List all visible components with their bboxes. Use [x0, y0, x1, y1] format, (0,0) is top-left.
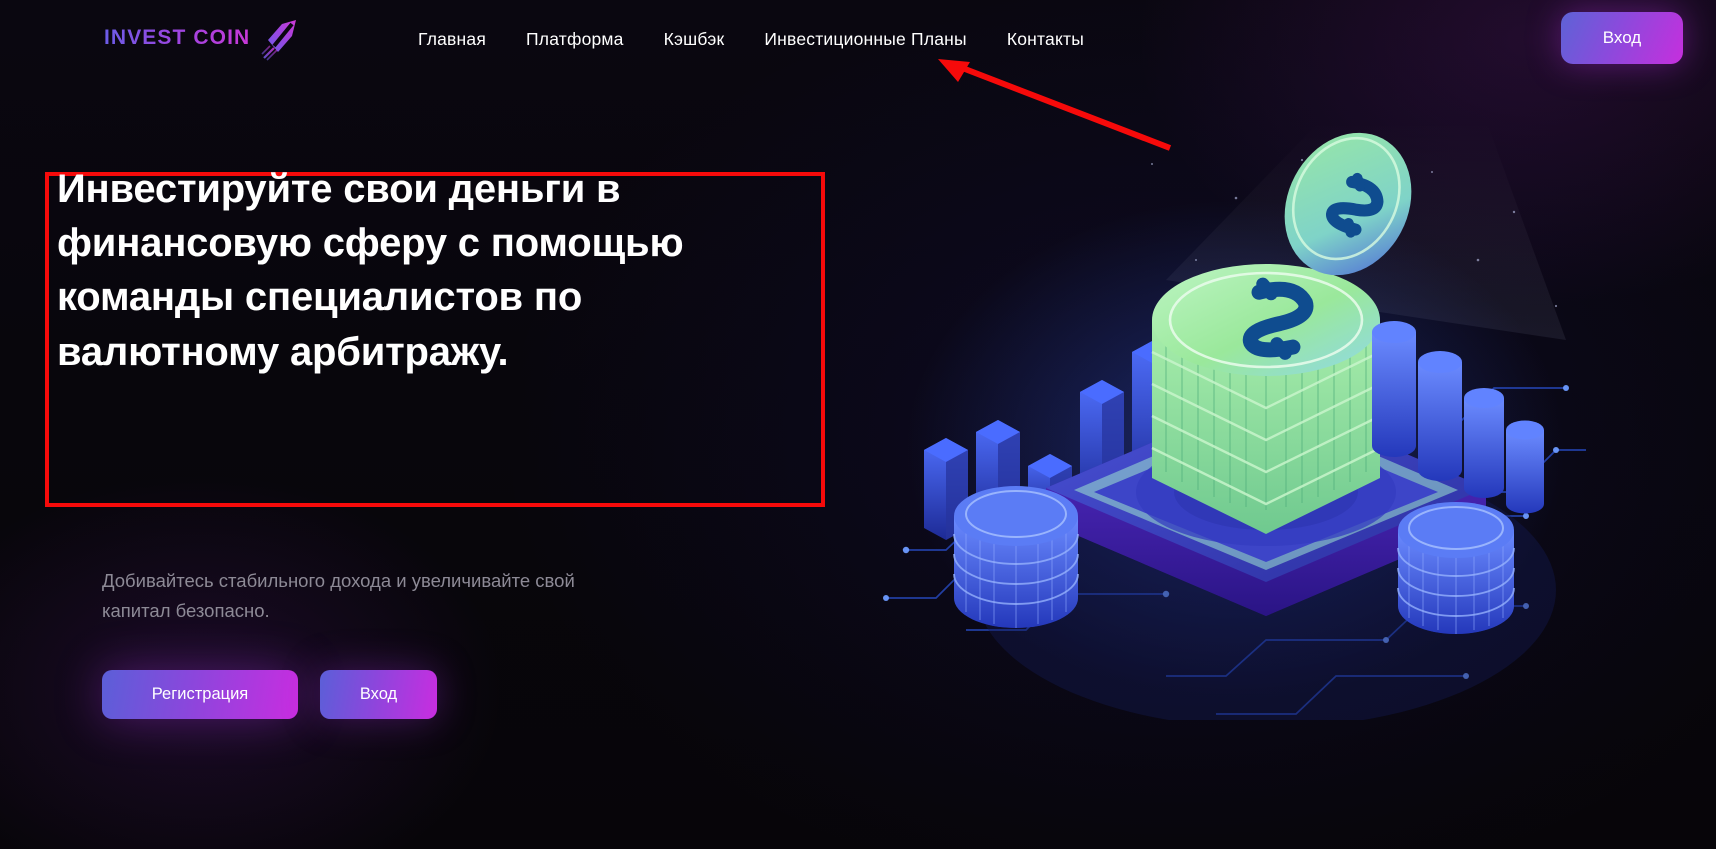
- hero-cta-row: Регистрация Вход: [102, 670, 437, 719]
- hero-headline: Инвестируйте свои деньги в финансовую сф…: [57, 167, 684, 374]
- nav-item-investment-plans[interactable]: Инвестиционные Планы: [764, 29, 966, 50]
- arrow-up-right-logo-icon: [258, 14, 304, 62]
- brand-name: INVEST COIN: [104, 26, 251, 49]
- green-coin-stack: [1151, 264, 1381, 534]
- nav-item-platform[interactable]: Платформа: [526, 29, 624, 50]
- main-navigation: Главная Платформа Кэшбэк Инвестиционные …: [418, 0, 1084, 78]
- register-button[interactable]: Регистрация: [102, 670, 298, 719]
- brand-logo[interactable]: INVEST COIN: [104, 12, 304, 64]
- landing-page: INVEST COIN Главная Платформа Кэшбэк Инв…: [0, 0, 1716, 849]
- nav-item-contacts[interactable]: Контакты: [1007, 29, 1084, 50]
- header-login-button[interactable]: Вход: [1561, 12, 1683, 64]
- hero-login-button[interactable]: Вход: [320, 670, 437, 719]
- blue-coin-stack-right: [1397, 502, 1515, 634]
- site-header: INVEST COIN Главная Платформа Кэшбэк Инв…: [0, 0, 1716, 78]
- isometric-coin-platform-illustration: [866, 120, 1586, 728]
- blue-coin-stack-left: [953, 486, 1079, 628]
- hero-subtitle: Добивайтесь стабильного дохода и увеличи…: [102, 570, 575, 621]
- nav-item-home[interactable]: Главная: [418, 29, 486, 50]
- nav-item-cashback[interactable]: Кэшбэк: [664, 29, 725, 50]
